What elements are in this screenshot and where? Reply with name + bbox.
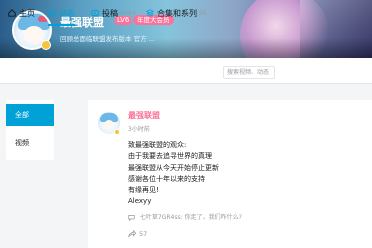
- profile-signature: 回顾总面临联盟发布版本 官方 ...: [60, 35, 155, 43]
- avatar-face: [104, 120, 114, 130]
- profile-nav-bar: [0, 58, 372, 84]
- tab-label: 投稿: [102, 8, 118, 18]
- post-line: 致最强联盟的观众:: [128, 141, 187, 149]
- top-comment[interactable]: 七叶草7GR4ss: 你走了，我们咋什么?: [128, 212, 364, 224]
- post-line: 感谢各位十年以来的支持: [128, 174, 205, 183]
- post-line: 由于我要去追寻世界的真理: [128, 152, 212, 161]
- tab-dynamic[interactable]: 动态: [48, 0, 75, 26]
- comment-user: 七叶草7GR4ss:: [139, 214, 183, 221]
- tab-label: 合集和系列: [157, 8, 197, 18]
- verified-badge-icon: [41, 40, 51, 50]
- tab-count: 56: [199, 9, 207, 17]
- verified-badge-icon: [114, 129, 120, 135]
- post-line: Alexyy: [128, 197, 152, 206]
- collection-icon: [146, 9, 154, 17]
- tab-collections[interactable]: 合集和系列 56: [146, 0, 207, 26]
- home-icon: [8, 9, 16, 17]
- share-button[interactable]: 57: [128, 230, 147, 238]
- post-line: 有缘再见!: [128, 186, 159, 195]
- comment-icon: [128, 215, 135, 221]
- tab-uploads[interactable]: 投稿 999+: [91, 0, 136, 26]
- tab-home[interactable]: 主页: [8, 0, 35, 26]
- post-time: 3小时前: [128, 126, 150, 133]
- post-line: 最强联盟从今天开始停止更新: [128, 163, 219, 172]
- banner-shade: [0, 38, 372, 58]
- share-icon: [128, 230, 136, 238]
- dynamic-icon: [48, 9, 56, 17]
- tab-count: 999+: [120, 9, 137, 17]
- video-icon: [91, 10, 99, 16]
- avatar-bow: [38, 16, 48, 22]
- comment-text: 你走了，我们咋什么?: [184, 214, 242, 221]
- tab-label: 主页: [19, 8, 35, 18]
- search-input[interactable]: 搜索视频、动态: [223, 66, 275, 79]
- sidebar-item-video[interactable]: 视频: [6, 132, 54, 154]
- sidebar-item-all[interactable]: 全部: [6, 104, 54, 126]
- share-count: 57: [139, 230, 148, 238]
- post-author[interactable]: 最强联盟: [128, 110, 160, 121]
- tab-label: 动态: [59, 8, 75, 18]
- post-body: 致最强联盟的观众: 由于我要去追寻世界的真理 最强联盟从今天开始停止更新 感谢各…: [128, 140, 219, 208]
- dynamic-post-card: 最强联盟 3小时前 致最强联盟的观众: 由于我要去追寻世界的真理 最强联盟从今天…: [88, 100, 372, 248]
- dynamic-filter-sidebar: 全部 视频: [6, 100, 54, 160]
